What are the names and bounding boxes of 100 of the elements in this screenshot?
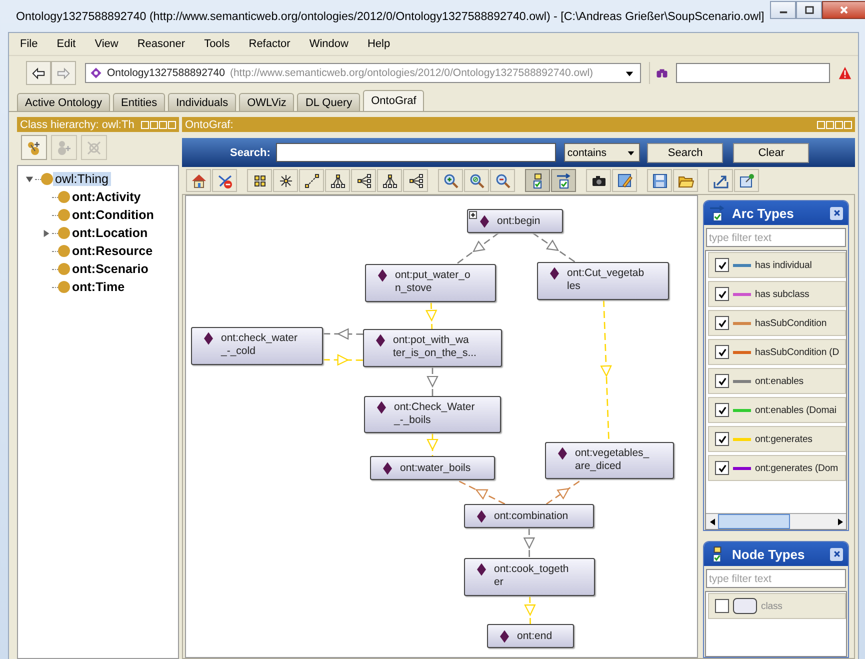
tree-item[interactable]: ont:Scenario (70, 262, 150, 276)
toolbar-button[interactable] (247, 169, 272, 192)
graph-node[interactable]: ont:Check_Water _-_boils (364, 396, 501, 433)
node-label: ont:check_water (221, 332, 298, 345)
toolbar-button[interactable] (299, 169, 324, 192)
checkbox[interactable] (715, 287, 729, 301)
menu-item[interactable]: View (94, 38, 118, 50)
close-icon (839, 5, 850, 15)
tab[interactable]: Entities (113, 93, 166, 111)
toolbar-button[interactable] (734, 169, 759, 192)
search-button[interactable]: Search (647, 142, 724, 162)
diamond-icon (204, 332, 213, 345)
checkbox[interactable] (715, 599, 729, 613)
tree-item[interactable]: ont:Location (70, 226, 150, 240)
toolbar-button[interactable] (612, 169, 637, 192)
arc-type-row[interactable]: has subclass (708, 281, 846, 307)
arc-type-row[interactable]: has individual (708, 252, 846, 278)
tree-item[interactable]: ont:Activity (70, 190, 143, 204)
menu-item[interactable]: File (20, 38, 38, 50)
search-field[interactable] (276, 143, 556, 162)
add-subclass-button[interactable] (21, 135, 47, 160)
export-arrow-icon (712, 172, 728, 188)
menu-item[interactable]: Refactor (248, 38, 290, 50)
checkbox[interactable] (715, 316, 729, 330)
checkbox[interactable] (715, 258, 729, 272)
arc-type-row[interactable]: ont:generates (Dom (708, 455, 846, 481)
checkbox[interactable] (715, 403, 729, 417)
toolbar-button[interactable] (551, 169, 576, 192)
menu-item[interactable]: Edit (56, 38, 76, 50)
close-button[interactable] (830, 548, 843, 560)
filter-field[interactable]: type filter text (706, 569, 846, 588)
clear-button[interactable]: Clear (733, 142, 810, 162)
graph-node[interactable]: ont:Cut_vegetab les (537, 262, 669, 300)
checkbox[interactable] (715, 432, 729, 446)
arc-type-row[interactable]: ont:enables (Domai (708, 397, 846, 423)
minimize-button[interactable] (770, 1, 796, 19)
collapsed-arrow-icon[interactable] (42, 228, 51, 238)
toolbar-button[interactable] (273, 169, 298, 192)
node-label: ont:begin (497, 214, 540, 228)
scroll-right-icon[interactable] (838, 518, 842, 526)
toolbar-button[interactable] (403, 169, 428, 192)
ontology-dropdown[interactable]: Ontology1327588892740 (http://www.semanticweb.org/ontologies/2012/0/Ontology1327588892740.owl) (85, 63, 641, 83)
checkbox[interactable] (715, 345, 729, 359)
horizontal-scrollbar[interactable] (706, 513, 846, 529)
close-button[interactable] (830, 206, 843, 220)
close-button[interactable] (822, 1, 865, 19)
toolbar-button[interactable] (708, 169, 733, 192)
graph-node[interactable]: ont:combination (464, 504, 594, 528)
filter-field[interactable]: type filter text (706, 228, 846, 247)
arc-type-row[interactable]: hasSubCondition (708, 310, 846, 336)
graph-node[interactable]: ont:cook_togeth er (464, 558, 595, 596)
match-mode-dropdown[interactable]: contains (564, 143, 640, 162)
graph-node[interactable]: ont:check_water _-_cold (191, 327, 323, 365)
graph-node[interactable]: ont:vegetables_ are_diced (545, 442, 674, 479)
picture-pencil-icon (616, 172, 632, 188)
menu-item[interactable]: Window (309, 38, 348, 50)
toolbar-button[interactable] (647, 169, 672, 192)
back-button[interactable] (26, 61, 51, 85)
arc-checklist-icon (556, 172, 572, 188)
tree-item[interactable]: owl:Thing (53, 172, 110, 186)
toolbar-button[interactable] (525, 169, 550, 192)
menu-item[interactable]: Help (367, 38, 390, 50)
graph-node[interactable]: ont:water_boils (370, 456, 495, 480)
menu-item[interactable]: Reasoner (137, 38, 186, 50)
arc-type-row[interactable]: hasSubCondition (D (708, 339, 846, 365)
graph-node[interactable]: ont:begin (467, 209, 563, 233)
menu-item[interactable]: Tools (204, 38, 230, 50)
arc (425, 302, 438, 330)
arc (426, 433, 438, 456)
tree-item[interactable]: ont:Resource (70, 244, 155, 258)
tree-item[interactable]: ont:Time (70, 280, 127, 294)
checkbox[interactable] (715, 461, 729, 475)
tab[interactable]: OntoGraf (363, 90, 424, 111)
search-field[interactable] (676, 63, 830, 83)
class-icon (58, 227, 70, 239)
expanded-arrow-icon[interactable] (25, 174, 34, 184)
graph-node[interactable]: ont:end (487, 624, 574, 648)
tab[interactable]: OWLViz (239, 93, 294, 111)
toolbar-button[interactable] (586, 169, 611, 192)
checkbox[interactable] (715, 374, 729, 388)
check-icon (718, 376, 726, 386)
expand-icon[interactable] (469, 211, 477, 219)
graph-node[interactable]: ont:put_water_o n_stove (365, 264, 496, 302)
graph-node[interactable]: ont:pot_with_wa ter_is_on_the_s... (363, 329, 502, 367)
toolbar-button[interactable] (377, 169, 402, 192)
node-type-label: class (761, 600, 782, 612)
toolbar-button[interactable] (325, 169, 350, 192)
tab[interactable]: Active Ontology (17, 93, 110, 111)
toolbar-button[interactable] (351, 169, 376, 192)
tab[interactable]: DL Query (297, 93, 360, 111)
scroll-left-icon[interactable] (710, 518, 714, 526)
tab[interactable]: Individuals (168, 93, 236, 111)
arc-type-row[interactable]: ont:generates (708, 426, 846, 452)
arc-type-row[interactable]: ont:enables (708, 368, 846, 394)
arc (426, 367, 438, 396)
arc-type-label: ont:generates (755, 434, 812, 444)
binoculars-icon (656, 67, 668, 79)
add-subclass-icon (26, 140, 42, 156)
tree-item[interactable]: ont:Condition (70, 208, 156, 222)
maximize-button[interactable] (796, 1, 822, 19)
